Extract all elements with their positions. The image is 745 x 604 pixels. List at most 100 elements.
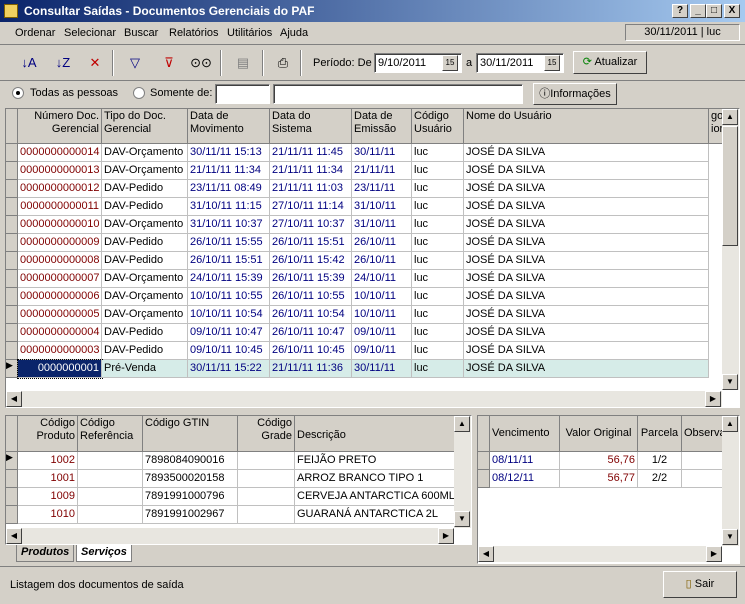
- table-cell[interactable]: 26/10/11 15:51: [270, 234, 352, 252]
- header-col-3[interactable]: Data do Sistema: [270, 109, 352, 144]
- pay-header-col-3[interactable]: Observa: [682, 416, 727, 452]
- radio-only[interactable]: [133, 87, 145, 99]
- header-col-0[interactable]: Número Doc. Gerencial: [18, 109, 102, 144]
- table-cell[interactable]: 27/10/11 10:37: [270, 216, 352, 234]
- table-cell[interactable]: 21/11/11 11:36: [270, 360, 352, 378]
- pay-scroll-left-icon[interactable]: ◀: [478, 546, 494, 562]
- items-cell[interactable]: [238, 470, 295, 488]
- table-cell[interactable]: 21/11/11 11:45: [270, 144, 352, 162]
- maximize-button[interactable]: □: [706, 4, 722, 18]
- table-cell[interactable]: DAV-Orçamento: [102, 270, 188, 288]
- filter-icon[interactable]: ▽: [124, 52, 146, 74]
- table-cell[interactable]: 23/11/11 08:49: [188, 180, 270, 198]
- items-cell[interactable]: ARROZ BRANCO TIPO 1: [295, 470, 455, 488]
- table-cell[interactable]: 0000000000009: [18, 234, 102, 252]
- sort-desc-icon[interactable]: ↓Z: [52, 52, 74, 74]
- menu-buscar[interactable]: Buscar: [124, 27, 158, 39]
- preview-icon[interactable]: ⎙: [272, 52, 294, 74]
- pay-cell[interactable]: 56,76: [560, 452, 638, 470]
- table-cell[interactable]: DAV-Pedido: [102, 198, 188, 216]
- scroll-thumb[interactable]: [722, 126, 738, 246]
- table-cell[interactable]: 21/11/11 11:34: [188, 162, 270, 180]
- table-cell[interactable]: DAV-Pedido: [102, 342, 188, 360]
- header-col-7[interactable]: go ior: [709, 109, 723, 144]
- payments-grid[interactable]: Vencimento Valor Original Parcela Observa 08…: [477, 415, 740, 564]
- table-cell[interactable]: 26/10/11: [352, 252, 412, 270]
- table-cell[interactable]: JOSÉ DA SILVA: [464, 234, 709, 252]
- pay-cell[interactable]: 08/11/11: [490, 452, 560, 470]
- items-cell[interactable]: 7891991002967: [143, 506, 238, 524]
- table-cell[interactable]: 23/11/11: [352, 180, 412, 198]
- table-cell[interactable]: luc: [412, 288, 464, 306]
- table-cell[interactable]: 26/10/11 10:54: [270, 306, 352, 324]
- payments-vscrollbar[interactable]: [722, 416, 739, 546]
- person-code-input[interactable]: [215, 84, 270, 104]
- table-cell[interactable]: 26/10/11 10:47: [270, 324, 352, 342]
- table-cell[interactable]: luc: [412, 216, 464, 234]
- items-cell[interactable]: 1010: [18, 506, 78, 524]
- items-cell[interactable]: 1009: [18, 488, 78, 506]
- clear-filter-icon[interactable]: ⊽: [158, 52, 180, 74]
- table-cell[interactable]: 26/10/11 15:39: [270, 270, 352, 288]
- items-cell[interactable]: 1002: [18, 452, 78, 470]
- table-cell[interactable]: luc: [412, 234, 464, 252]
- table-cell[interactable]: 31/10/11: [352, 198, 412, 216]
- scroll-up-icon[interactable]: ▲: [722, 109, 738, 125]
- tab-produtos[interactable]: Produtos: [16, 545, 75, 562]
- table-cell[interactable]: 0000000000011: [18, 198, 102, 216]
- pay-scroll-right-icon[interactable]: ▶: [706, 546, 722, 562]
- table-cell[interactable]: 26/10/11 15:42: [270, 252, 352, 270]
- pay-cell[interactable]: [682, 470, 727, 488]
- table-cell[interactable]: DAV-Orçamento: [102, 216, 188, 234]
- table-cell[interactable]: 0000000000013: [18, 162, 102, 180]
- documents-grid[interactable]: Número Doc. Gerencial Tipo do Doc. Gerenc…: [5, 108, 740, 408]
- table-cell[interactable]: JOSÉ DA SILVA: [464, 162, 709, 180]
- table-cell[interactable]: luc: [412, 144, 464, 162]
- table-cell[interactable]: 30/11/11: [352, 144, 412, 162]
- pay-cell[interactable]: 2/2: [638, 470, 682, 488]
- items-scroll-up-icon[interactable]: ▲: [454, 416, 470, 432]
- pay-cell[interactable]: 56,77: [560, 470, 638, 488]
- items-cell[interactable]: FEIJÃO PRETO: [295, 452, 455, 470]
- table-cell[interactable]: JOSÉ DA SILVA: [464, 360, 709, 378]
- table-cell[interactable]: 21/11/11 11:34: [270, 162, 352, 180]
- items-scroll-left-icon[interactable]: ◀: [6, 528, 22, 544]
- minimize-button[interactable]: _: [690, 4, 706, 18]
- items-cell[interactable]: [78, 470, 143, 488]
- table-cell[interactable]: 21/11/11 11:03: [270, 180, 352, 198]
- items-header-col-1[interactable]: Código Referência: [78, 416, 143, 452]
- menu-relatorios[interactable]: Relatórios: [169, 27, 219, 39]
- scroll-down-icon[interactable]: ▼: [722, 374, 738, 390]
- table-cell[interactable]: 27/10/11 11:14: [270, 198, 352, 216]
- documents-hscrollbar[interactable]: [6, 391, 722, 407]
- table-cell[interactable]: 30/11/11: [352, 360, 412, 378]
- table-cell[interactable]: 0000000000003: [18, 342, 102, 360]
- items-cell[interactable]: 7898084090016: [143, 452, 238, 470]
- table-cell[interactable]: JOSÉ DA SILVA: [464, 252, 709, 270]
- table-cell[interactable]: 0000000000005: [18, 306, 102, 324]
- calendar-from-icon[interactable]: 15: [442, 55, 458, 71]
- table-cell[interactable]: 09/10/11: [352, 324, 412, 342]
- table-cell[interactable]: 09/10/11: [352, 342, 412, 360]
- table-cell[interactable]: 10/10/11: [352, 306, 412, 324]
- table-cell[interactable]: luc: [412, 342, 464, 360]
- binoculars-icon[interactable]: ⊙⊙: [190, 52, 212, 74]
- table-cell[interactable]: JOSÉ DA SILVA: [464, 180, 709, 198]
- items-cell[interactable]: GUARANÁ ANTARCTICA 2L: [295, 506, 455, 524]
- pay-cell[interactable]: 08/12/11: [490, 470, 560, 488]
- update-button[interactable]: ⟳ Atualizar: [573, 51, 647, 74]
- exit-button[interactable]: ▯ Sair: [663, 571, 737, 598]
- table-cell[interactable]: DAV-Pedido: [102, 180, 188, 198]
- table-cell[interactable]: 30/11/11 15:13: [188, 144, 270, 162]
- scroll-left-icon[interactable]: ◀: [6, 391, 22, 407]
- pay-cell[interactable]: [682, 452, 727, 470]
- table-cell[interactable]: JOSÉ DA SILVA: [464, 342, 709, 360]
- menu-ajuda[interactable]: Ajuda: [280, 27, 308, 39]
- items-grid[interactable]: Código Produto Código Referência Código GT…: [5, 415, 472, 545]
- table-cell[interactable]: DAV-Orçamento: [102, 288, 188, 306]
- pay-header-col-1[interactable]: Valor Original: [560, 416, 638, 452]
- items-cell[interactable]: [78, 452, 143, 470]
- table-cell[interactable]: JOSÉ DA SILVA: [464, 198, 709, 216]
- table-cell[interactable]: 0000000000007: [18, 270, 102, 288]
- items-scroll-down-icon[interactable]: ▼: [454, 511, 470, 527]
